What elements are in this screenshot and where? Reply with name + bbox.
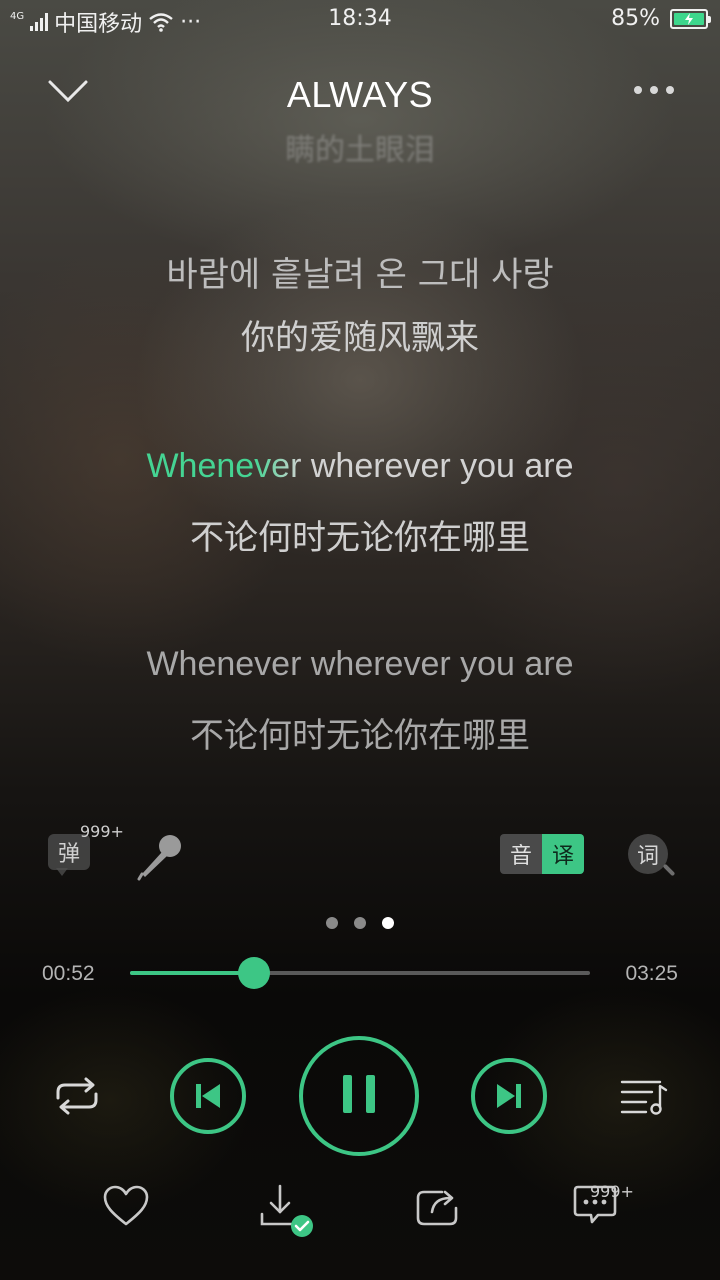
skip-previous-icon [196, 1084, 220, 1108]
lyric-line-current: Whenever wherever you are [0, 447, 720, 486]
lyric-translation-current: 不论何时无论你在哪里 [190, 518, 530, 558]
progress-played [130, 971, 255, 975]
heart-icon[interactable] [102, 1184, 150, 1228]
progress-handle[interactable] [238, 957, 271, 989]
lyric-translation-next: 不论何时无论你在哪里 [190, 716, 530, 756]
comment-count-badge: 999+ [590, 1182, 634, 1201]
page-indicator[interactable] [0, 917, 720, 929]
translation-toggle[interactable]: 译 [542, 834, 584, 874]
download-done-icon[interactable] [260, 1184, 316, 1240]
repeat-icon[interactable] [50, 1076, 104, 1116]
player-header: ALWAYS [0, 60, 720, 130]
current-time: 00:52 [42, 962, 95, 985]
playlist-icon[interactable] [620, 1076, 670, 1116]
lyric-search-label: 词 [628, 834, 668, 874]
pause-button[interactable] [299, 1036, 419, 1156]
lyric-search-button[interactable]: 词 [626, 832, 678, 882]
progress-bar[interactable] [130, 957, 590, 989]
next-button[interactable] [471, 1058, 547, 1134]
page-dot-active[interactable] [382, 917, 394, 929]
pause-icon [343, 1075, 375, 1113]
battery-icon [670, 8, 711, 29]
search-icon [662, 863, 676, 877]
lyric-sung-part: Whene [146, 447, 255, 485]
lyric-singing-part: ver [254, 447, 302, 485]
status-bar: 4G 中国移动 ··· 18:34 85% [0, 0, 720, 40]
microphone-icon[interactable] [136, 830, 188, 882]
lyrics-panel[interactable]: 瞒的土眼泪 바람에 흩날려 온 그대 사랑 你的爱随风飘来 Whenever w… [0, 125, 720, 765]
total-time: 03:25 [625, 962, 678, 985]
lyric-unsung-part: wherever you are [301, 447, 574, 485]
pronunciation-toggle[interactable]: 音 [500, 834, 542, 874]
lyric-line-next: Whenever wherever you are [146, 645, 574, 683]
page-dot[interactable] [354, 917, 366, 929]
more-dots-icon[interactable] [634, 86, 674, 94]
skip-next-icon [497, 1084, 521, 1108]
lyric-translation: 你的爱随风飘来 [241, 318, 479, 358]
song-title: ALWAYS [286, 74, 434, 115]
danmu-count-badge: 999+ [80, 822, 124, 841]
page-dot[interactable] [326, 917, 338, 929]
lyric-mode-toggle[interactable]: 音 译 [500, 834, 584, 874]
share-icon[interactable] [414, 1184, 462, 1228]
lyric-line-previous: 瞒的土眼泪 [285, 133, 435, 168]
battery-percent: 85% [611, 6, 660, 31]
lyric-line-korean: 바람에 흩날려 온 그대 사랑 [166, 255, 554, 295]
previous-button[interactable] [170, 1058, 246, 1134]
